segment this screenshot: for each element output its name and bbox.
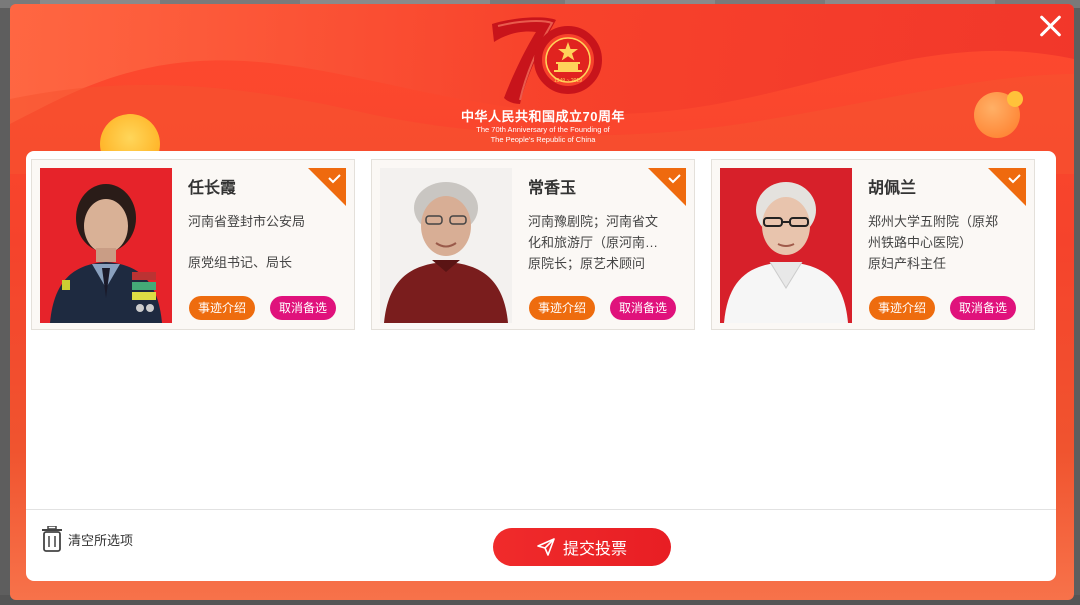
candidate-desc-line: 郑州大学五附院（原郑 <box>868 214 999 229</box>
candidate-photo <box>720 168 852 323</box>
selected-check-icon <box>648 168 686 206</box>
cancel-selection-button[interactable]: 取消备选 <box>270 296 336 320</box>
trash-icon <box>42 526 62 552</box>
sun-decoration-small <box>1007 91 1023 107</box>
close-icon[interactable] <box>1036 12 1064 40</box>
candidate-description: 河南豫剧院；河南省文 化和旅游厅（原河南… 原院长；原艺术顾问 <box>528 211 678 274</box>
candidate-name: 任长霞 <box>188 180 237 197</box>
footer-divider <box>26 509 1056 510</box>
candidate-desc-line: 原妇产科主任 <box>868 256 947 271</box>
logo-title-cn: 中华人民共和国成立70周年 <box>461 109 625 124</box>
candidate-photo <box>40 168 172 323</box>
seventy-emblem-icon: 1949 ~ 2019 <box>492 17 602 105</box>
selection-panel: 任长霞 河南省登封市公安局 原党组书记、局长 事迹介绍 取消备选 常香玉 河南豫… <box>26 151 1056 581</box>
candidate-description: 郑州大学五附院（原郑 州铁路中心医院） 原妇产科主任 <box>868 211 1018 274</box>
cancel-selection-button[interactable]: 取消备选 <box>610 296 676 320</box>
candidate-desc-line: 河南省登封市公安局 <box>188 214 306 229</box>
anniversary-logo: 1949 ~ 2019 中华人民共和国成立70周年 The 70th Anniv… <box>458 12 628 152</box>
submit-vote-button[interactable]: 提交投票 <box>493 528 671 566</box>
send-icon <box>537 538 555 556</box>
candidate-card: 常香玉 河南豫剧院；河南省文 化和旅游厅（原河南… 原院长；原艺术顾问 事迹介绍… <box>371 159 695 330</box>
candidate-desc-line: 原党组书记、局长 <box>188 255 293 270</box>
clear-selection-label: 清空所选项 <box>68 532 134 548</box>
candidate-desc-line: 河南豫剧院；河南省文 <box>528 214 659 229</box>
candidate-desc-line: 州铁路中心医院） <box>868 235 973 250</box>
cancel-selection-button[interactable]: 取消备选 <box>950 296 1016 320</box>
submit-vote-label: 提交投票 <box>562 541 627 558</box>
candidate-name: 胡佩兰 <box>868 180 917 197</box>
candidate-description: 河南省登封市公安局 原党组书记、局长 <box>188 211 338 273</box>
vote-modal: 1949 ~ 2019 中华人民共和国成立70周年 The 70th Anniv… <box>10 4 1074 600</box>
candidate-photo <box>380 168 512 323</box>
selected-check-icon <box>988 168 1026 206</box>
clear-selection-button[interactable]: 清空所选项 <box>40 525 133 553</box>
candidate-card: 任长霞 河南省登封市公安局 原党组书记、局长 事迹介绍 取消备选 <box>31 159 355 330</box>
logo-title-en-1: The 70th Anniversary of the Founding of <box>476 125 610 134</box>
logo-title-en-2: The People's Republic of China <box>490 135 596 144</box>
detail-button[interactable]: 事迹介绍 <box>529 296 595 320</box>
detail-button[interactable]: 事迹介绍 <box>869 296 935 320</box>
candidate-desc-spacer <box>188 232 338 252</box>
logo-years: 1949 ~ 2019 <box>554 78 582 84</box>
detail-button[interactable]: 事迹介绍 <box>189 296 255 320</box>
selected-check-icon <box>308 168 346 206</box>
candidate-desc-line: 原院长；原艺术顾问 <box>528 256 646 271</box>
candidate-card: 胡佩兰 郑州大学五附院（原郑 州铁路中心医院） 原妇产科主任 事迹介绍 取消备选 <box>711 159 1035 330</box>
candidate-name: 常香玉 <box>528 180 577 197</box>
candidate-list: 任长霞 河南省登封市公安局 原党组书记、局长 事迹介绍 取消备选 常香玉 河南豫… <box>31 159 1051 331</box>
candidate-desc-line: 化和旅游厅（原河南… <box>528 235 659 250</box>
